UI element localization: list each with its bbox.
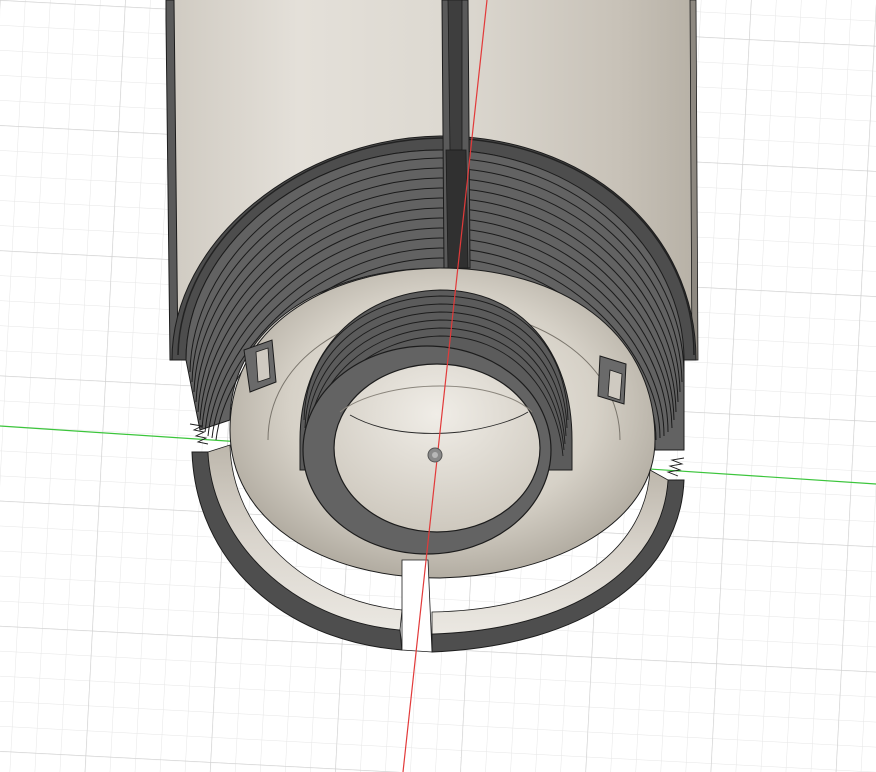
cad-viewport-canvas[interactable]	[0, 0, 876, 772]
origin-point-icon[interactable]	[427, 447, 443, 463]
retaining-clip-right[interactable]	[597, 355, 627, 405]
model-scene[interactable]	[0, 0, 876, 772]
retaining-clip-left[interactable]	[243, 339, 277, 393]
upper-slot	[441, 0, 471, 269]
inner-tube-rim[interactable]	[302, 345, 552, 555]
